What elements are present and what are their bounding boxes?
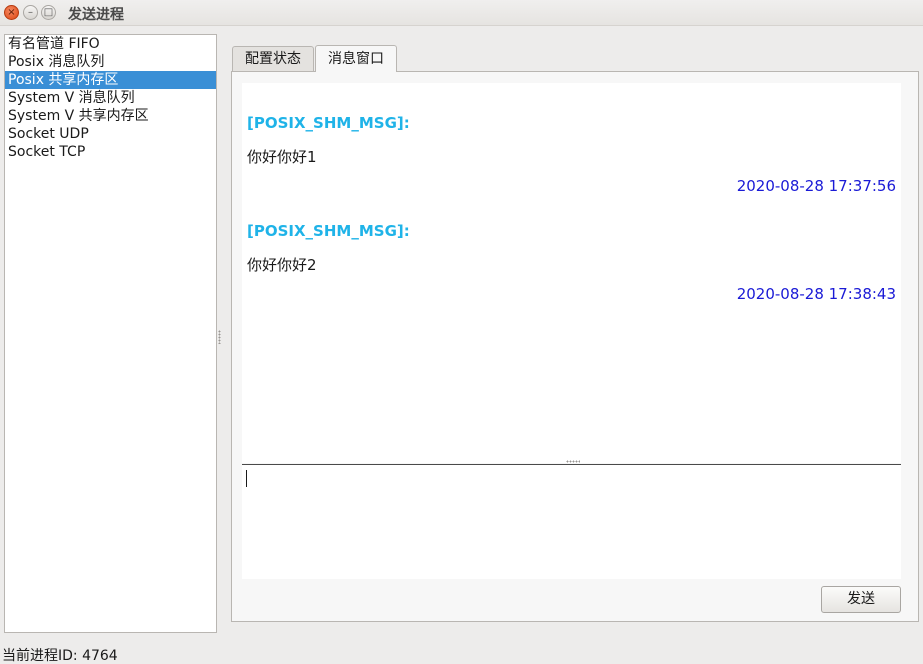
minimize-icon[interactable]: – bbox=[23, 5, 38, 20]
ipc-method-list[interactable]: 有名管道 FIFO Posix 消息队列 Posix 共享内存区 System … bbox=[4, 34, 217, 633]
list-item-posix-mq[interactable]: Posix 消息队列 bbox=[5, 53, 216, 71]
tab-config-status[interactable]: 配置状态 bbox=[232, 46, 314, 71]
maximize-icon[interactable]: □ bbox=[41, 5, 56, 20]
close-icon[interactable]: × bbox=[4, 5, 19, 20]
title-bar: × – □ 发送进程 bbox=[0, 0, 923, 26]
message-input[interactable] bbox=[242, 465, 901, 579]
list-item-sysv-shm[interactable]: System V 共享内存区 bbox=[5, 107, 216, 125]
send-button[interactable]: 发送 bbox=[821, 586, 901, 613]
list-item-fifo[interactable]: 有名管道 FIFO bbox=[5, 35, 216, 53]
list-item-sysv-mq[interactable]: System V 消息队列 bbox=[5, 89, 216, 107]
status-bar-text: 当前进程ID: 4764 bbox=[2, 648, 118, 664]
message-body: 你好你好1 bbox=[247, 148, 317, 166]
list-item-socket-tcp[interactable]: Socket TCP bbox=[5, 143, 216, 161]
message-time: 2020-08-28 17:37:56 bbox=[736, 177, 896, 195]
vertical-splitter-handle[interactable] bbox=[218, 330, 221, 344]
tab-message-window[interactable]: 消息窗口 bbox=[315, 45, 397, 72]
message-view[interactable]: [POSIX_SHM_MSG]: 你好你好1 2020-08-28 17:37:… bbox=[242, 83, 901, 463]
window-title: 发送进程 bbox=[68, 7, 124, 23]
message-body: 你好你好2 bbox=[247, 256, 317, 274]
list-item-posix-shm[interactable]: Posix 共享内存区 bbox=[5, 71, 216, 89]
message-time: 2020-08-28 17:38:43 bbox=[736, 285, 896, 303]
list-item-socket-udp[interactable]: Socket UDP bbox=[5, 125, 216, 143]
message-tag: [POSIX_SHM_MSG]: bbox=[247, 114, 410, 132]
text-caret bbox=[246, 470, 247, 487]
message-tag: [POSIX_SHM_MSG]: bbox=[247, 222, 410, 240]
horizontal-splitter-handle[interactable] bbox=[566, 460, 580, 463]
